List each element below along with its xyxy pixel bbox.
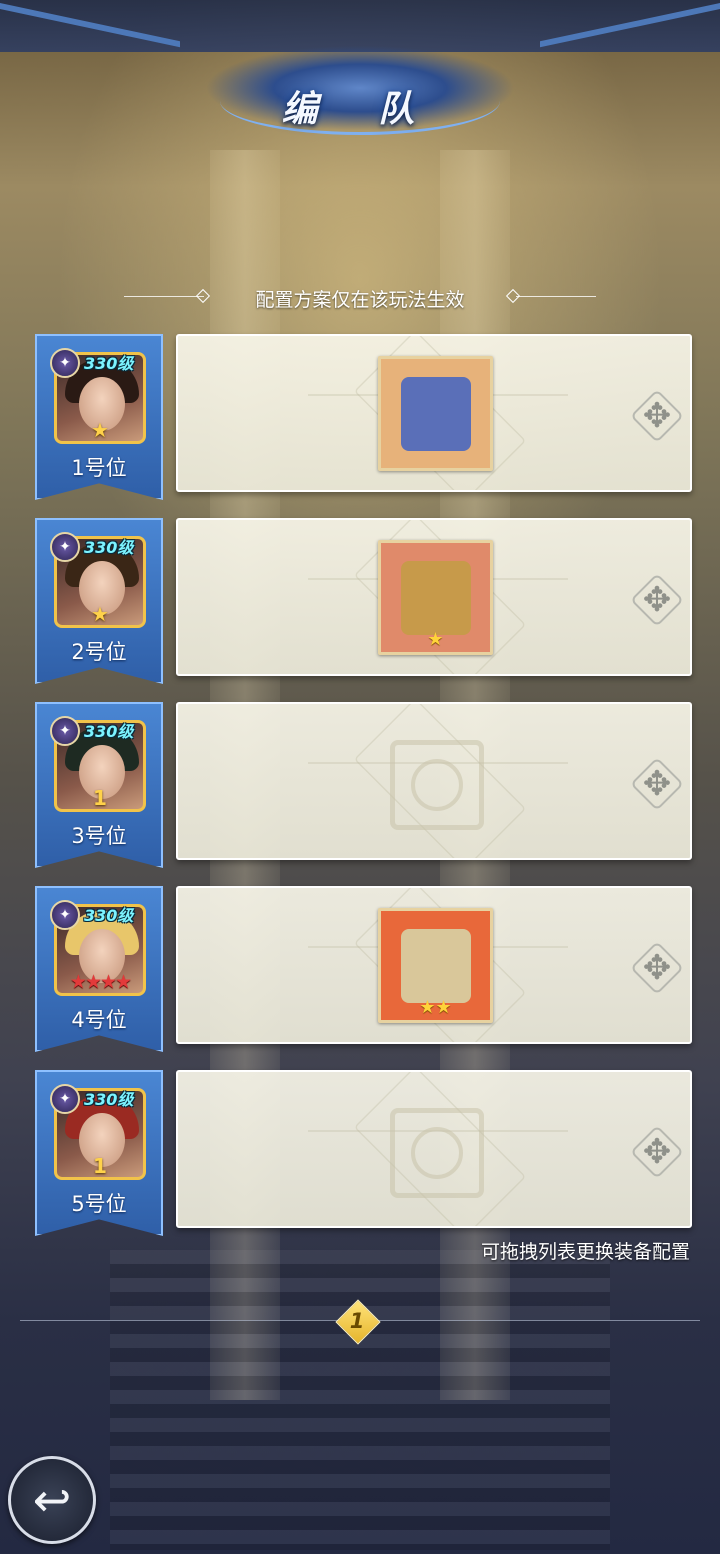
slot-label: 3号位 [71, 824, 127, 848]
empty-slot-emblem [411, 759, 463, 811]
move-drag-icon[interactable]: ✥ [632, 391, 682, 441]
hero-rank-badge: 1 [93, 786, 107, 810]
formation-row: ✦ 330级 ★★★★ 4号位 ★★ ✥ [0, 886, 720, 1056]
page-indicator[interactable]: 1 [336, 1300, 378, 1342]
slot-label: 4号位 [71, 1008, 127, 1032]
slot-label: 5号位 [71, 1192, 127, 1216]
winged-tome-icon [401, 377, 471, 451]
equipment-panel[interactable]: ✥ [176, 334, 692, 492]
void-faction-icon: ✦ [50, 348, 80, 378]
pager: 1 [0, 1296, 720, 1346]
page-number: 1 [349, 1309, 365, 1333]
equipment-item[interactable]: ★★ [378, 908, 493, 1023]
equipment-item[interactable]: ★ [378, 540, 493, 655]
item-stars: ★★ [419, 997, 452, 1018]
subtitle: 配置方案仅在该玩法生效 [255, 289, 465, 311]
hero-rank-badge: ★ [91, 602, 109, 626]
equipment-panel[interactable]: ✥ [176, 702, 692, 860]
golden-book-icon [401, 929, 471, 1003]
light-faction-icon: ✦ [50, 900, 80, 930]
hero-rank-badge: ★★★★ [69, 971, 132, 993]
item-stars: ★ [427, 629, 444, 650]
hero-level: 330级 [84, 354, 134, 373]
hero-level: 330级 [84, 722, 134, 741]
hero-level: 330级 [84, 906, 134, 925]
empty-equipment-slot-icon[interactable] [390, 740, 484, 830]
void-faction-icon: ✦ [50, 716, 80, 746]
move-drag-icon[interactable]: ✥ [632, 943, 682, 993]
hero-rank-badge: ★ [91, 418, 109, 442]
hero-level: 330级 [84, 1090, 134, 1109]
drag-hint: 可拖拽列表更换装备配置 [480, 1241, 690, 1263]
equipment-item[interactable] [378, 356, 493, 471]
formation-row: ✦ 330级 1 5号位 ✥ [0, 1070, 720, 1240]
move-drag-icon[interactable]: ✥ [632, 1127, 682, 1177]
empty-equipment-slot-icon[interactable] [390, 1108, 484, 1198]
back-button[interactable]: ↩ [8, 1456, 96, 1544]
background-stairs [110, 1250, 610, 1550]
move-drag-icon[interactable]: ✥ [632, 759, 682, 809]
hero-rank-badge: 1 [93, 1154, 107, 1178]
back-arrow-icon: ↩ [32, 1473, 72, 1527]
move-drag-icon[interactable]: ✥ [632, 575, 682, 625]
page-title: 编 队 [281, 89, 439, 130]
void-faction-icon: ✦ [50, 1084, 80, 1114]
subtitle-row: 配置方案仅在该玩法生效 [0, 282, 720, 312]
header: 编 队 [0, 0, 720, 150]
equipment-panel[interactable]: ★ ✥ [176, 518, 692, 676]
light-faction-icon: ✦ [50, 532, 80, 562]
equipment-panel[interactable]: ★★ ✥ [176, 886, 692, 1044]
slot-label: 2号位 [71, 640, 127, 664]
lion-crest-icon [401, 561, 471, 635]
subtitle-divider-right [516, 296, 596, 297]
formation-row: ✦ 330级 ★ 2号位 ★ ✥ [0, 518, 720, 688]
formation-row: ✦ 330级 1 3号位 ✥ [0, 702, 720, 872]
empty-slot-emblem [411, 1127, 463, 1179]
slot-label: 1号位 [71, 456, 127, 480]
equipment-panel[interactable]: ✥ [176, 1070, 692, 1228]
hero-level: 330级 [84, 538, 134, 557]
formation-row: ✦ 330级 ★ 1号位 ✥ [0, 334, 720, 504]
